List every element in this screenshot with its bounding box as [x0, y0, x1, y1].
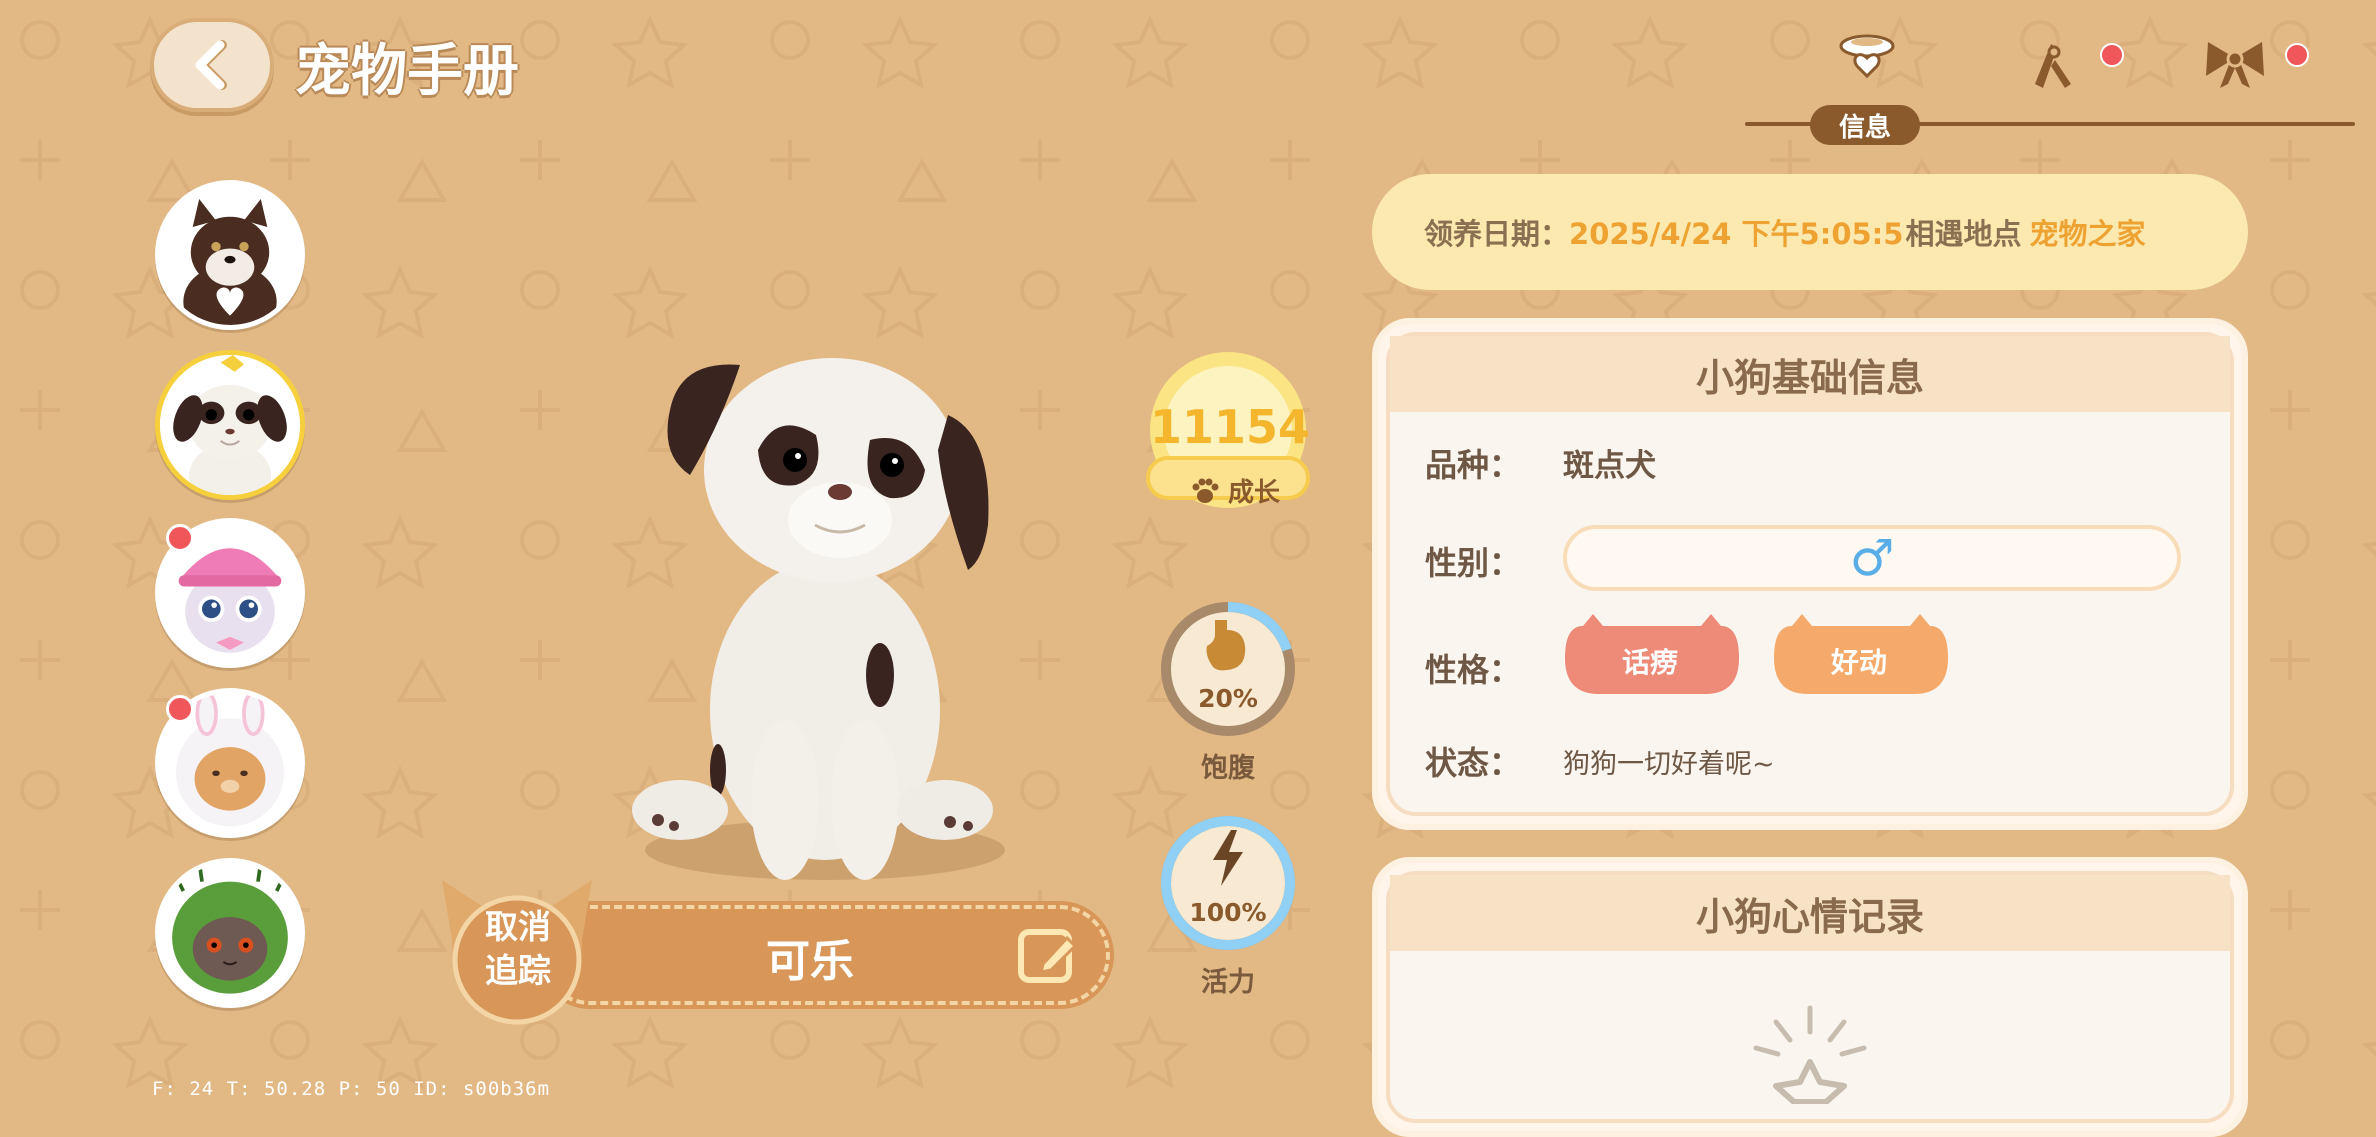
page-title: 宠物手册: [295, 39, 519, 104]
back-arrow-icon: [195, 40, 227, 90]
pet-4-notification-dot: [166, 695, 194, 723]
meet-place-value: 宠物之家: [2029, 217, 2146, 251]
breed-label: 品种：: [1425, 446, 1522, 484]
grooming-tools-icon: [2035, 44, 2071, 88]
pet-avatar-5[interactable]: [155, 858, 305, 1008]
trait-tag-2: 好动: [1830, 646, 1887, 679]
hunger-label: 饱腹: [1201, 753, 1255, 784]
collar-icon: [1839, 34, 1895, 79]
hunger-ring: [1161, 602, 1295, 736]
tab-info[interactable]: [1822, 20, 1912, 100]
tab-accessories[interactable]: [2190, 22, 2280, 102]
untrack-label-line1: 取消: [485, 907, 551, 946]
tab-info-label: 信息: [1810, 105, 1920, 145]
tab-grooming[interactable]: [2008, 22, 2098, 102]
status-value: 狗狗一切好着呢~: [1563, 749, 1775, 780]
edit-name-button[interactable]: [1015, 922, 1081, 988]
paw-icon: [1192, 478, 1219, 503]
cactus-hood-cat-avatar: [160, 863, 300, 1003]
bow-icon: [2206, 42, 2264, 88]
pet-avatar-1[interactable]: [155, 180, 305, 330]
growth-value: 11154: [1150, 400, 1311, 454]
trait-tag-1: 话痨: [1621, 646, 1678, 679]
accessories-notification-dot: [2285, 43, 2309, 67]
male-icon: ♂: [1849, 529, 1895, 587]
energy-percent: 100%: [1189, 898, 1267, 927]
personality-label: 性格：: [1425, 651, 1522, 689]
hunger-percent: 20%: [1198, 684, 1258, 713]
adoption-date-value: 2025/4/24 下午5:05:5: [1569, 217, 1904, 251]
pet-name: 可乐: [766, 936, 854, 987]
energy-ring: [1161, 816, 1295, 950]
chocolate-puppy-avatar: [160, 185, 300, 325]
adoption-info-bar: 领养日期： 2025/4/24 下午5:05:5 相遇地点 宠物之家: [1372, 174, 2248, 290]
growth-label-row: 成长: [1175, 472, 1295, 509]
mood-record-title: 小狗心情记录: [1390, 875, 2230, 951]
back-button[interactable]: [150, 18, 274, 112]
growth-label: 成长: [1227, 478, 1280, 508]
pet-avatar-2[interactable]: [155, 350, 305, 500]
adoption-date-label: 领养日期：: [1424, 217, 1570, 251]
breed-value: 斑点犬: [1563, 448, 1656, 484]
energy-label: 活力: [1201, 967, 1255, 998]
pet-3-notification-dot: [166, 524, 194, 552]
status-label: 状态：: [1425, 744, 1522, 782]
untrack-label: 取消 追踪: [448, 905, 588, 993]
untrack-label-line2: 追踪: [485, 951, 551, 990]
spotted-puppy-avatar: [160, 355, 300, 495]
meet-place-label: 相遇地点: [1905, 217, 2022, 251]
empty-star-icon: [1753, 1005, 1867, 1104]
debug-info: F: 24 T: 50.28 P: 50 ID: s00b36m: [152, 1078, 551, 1100]
pet-portrait: [632, 358, 1005, 880]
basic-info-title: 小狗基础信息: [1390, 336, 2230, 412]
gender-pill: ♂: [1563, 525, 2181, 591]
gender-label: 性别：: [1425, 544, 1522, 582]
grooming-notification-dot: [2100, 43, 2124, 67]
edit-pencil-icon: [1018, 929, 1078, 983]
